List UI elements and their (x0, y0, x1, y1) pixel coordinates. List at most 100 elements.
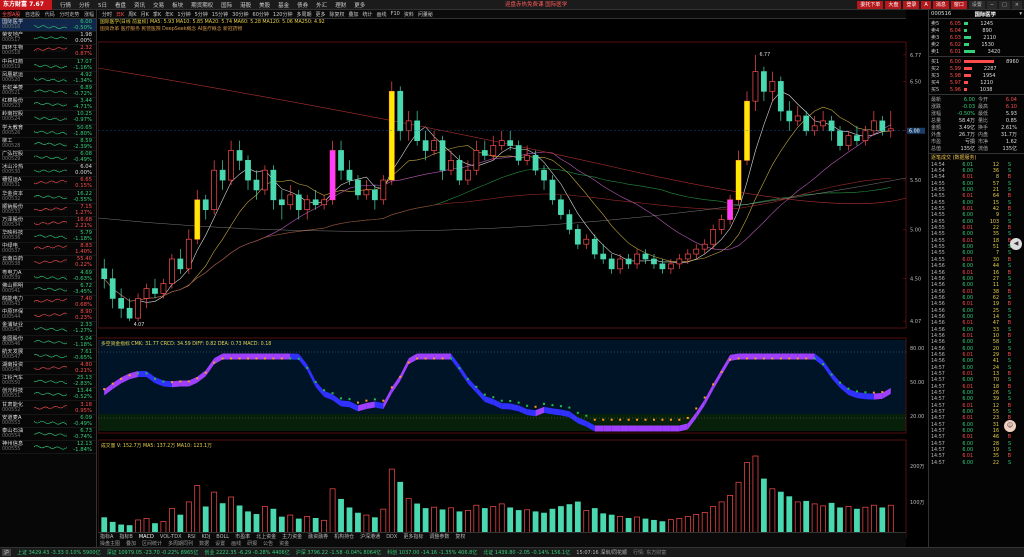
chart-period-tab[interactable]: 季K (153, 11, 161, 18)
menu-item[interactable]: 看盘 (115, 1, 126, 9)
candle-body[interactable] (659, 263, 666, 270)
assistant-avatar-icon[interactable]: ☺ (1004, 420, 1016, 432)
stock-row[interactable]: 荣安地产 000517 1.98 0.00% (0, 32, 96, 46)
stock-row[interactable]: 柳工 000528 8.59 -2.39% (0, 138, 96, 151)
menu-item[interactable]: 行情 (60, 1, 71, 9)
order-book-row[interactable]: 买3 5.98 1954 (931, 72, 1022, 80)
stock-row[interactable]: 中兵红箭 000519 17.07 -1.16% (0, 59, 96, 72)
candle-body[interactable] (625, 258, 632, 265)
candle-body[interactable] (439, 140, 446, 171)
candle-body[interactable] (143, 288, 150, 299)
stock-row[interactable]: 冰山冷热 000530 6.04 0.00% (0, 164, 96, 178)
chart-period-tab[interactable]: 30分钟 (232, 11, 248, 18)
candle-body[interactable] (422, 140, 429, 151)
function-tab[interactable]: 操盘主图 (100, 540, 120, 547)
menu-item[interactable]: 理财 (335, 1, 346, 9)
stock-row[interactable]: 甘肃能化 000552 3.18 0.95% (0, 401, 96, 415)
candle-body[interactable] (828, 120, 835, 132)
stock-row[interactable]: 航天发展 000547 7.61 -0.65% (0, 349, 96, 362)
indicator-tab[interactable]: 调整参数 (429, 533, 449, 540)
menu-item[interactable]: 基金 (278, 1, 289, 9)
stock-row[interactable]: 学大教育 000526 50.65 -1.80% (0, 125, 96, 138)
candle-body[interactable] (693, 248, 700, 255)
window-button[interactable]: 消息 (932, 1, 949, 9)
ad-banner[interactable]: 迎盘赤热免费课 国际医学 (505, 0, 567, 10)
chart-period-tab[interactable]: 多周期 (296, 11, 311, 18)
candle-body[interactable] (566, 214, 573, 230)
candle-body[interactable] (862, 130, 869, 141)
candle-body[interactable] (854, 135, 860, 141)
order-book-row[interactable]: 卖5 6.05 1245 (931, 20, 1022, 28)
window-button[interactable]: − (986, 1, 998, 9)
candle-body[interactable] (321, 199, 328, 206)
candle-body[interactable] (761, 71, 767, 92)
indicator-tab[interactable]: RSI (188, 534, 196, 540)
candle-body[interactable] (270, 169, 277, 201)
indicator-tab[interactable]: BOLL (216, 534, 229, 540)
menu-item[interactable]: 5日 (98, 1, 107, 9)
concept-tags[interactable]: 国资改革 医疗服务 民营医院 DeepSeek概念 AI医疗概念 新冠药物 (100, 26, 906, 33)
stock-row[interactable]: 国际医学 000516 6.00 -0.50% (0, 19, 96, 33)
indicator-tab[interactable]: 机构持仓 (334, 533, 354, 540)
signal-candle[interactable] (330, 150, 336, 200)
indicator-tab[interactable]: KDJ (202, 534, 211, 540)
order-book-row[interactable]: 买1 6.00 8960 (931, 58, 1022, 66)
signal-candle[interactable] (727, 199, 733, 220)
chart-period-tab[interactable]: 资料 (404, 11, 414, 18)
candle-body[interactable] (363, 189, 370, 196)
candle-body[interactable] (532, 155, 539, 171)
candle-body[interactable] (169, 258, 175, 284)
chart-period-tab[interactable]: 更多 (315, 11, 325, 18)
signal-candle[interactable] (389, 91, 395, 181)
candle-body[interactable] (109, 278, 116, 299)
candle-body[interactable] (676, 258, 683, 265)
function-tab[interactable]: 多周期同列 (168, 540, 193, 547)
order-book-row[interactable]: 买5 5.96 1038 (931, 86, 1022, 94)
stock-row[interactable]: 顺钠股份 000533 7.15 1.27% (0, 204, 96, 217)
menu-item[interactable]: 资讯 (134, 1, 145, 9)
chart-period-tab[interactable]: 分时 (102, 11, 112, 18)
stock-row[interactable]: 皖能电力 000543 7.40 0.68% (0, 296, 96, 310)
indicator-tab[interactable]: 指标B (119, 533, 132, 540)
candle-body[interactable] (498, 140, 505, 146)
candle-body[interactable] (397, 90, 404, 132)
stock-row[interactable]: 金圆股份 000546 5.04 -1.18% (0, 336, 96, 349)
candle-body[interactable] (490, 145, 497, 156)
candle-body[interactable] (228, 150, 234, 181)
stock-row[interactable]: 广弘控股 000529 6.08 -0.49% (0, 151, 96, 165)
indicator-tab[interactable]: VOL-TDX (160, 534, 182, 540)
candle-body[interactable] (473, 150, 480, 171)
chart-period-tab[interactable]: 1分钟 (177, 11, 190, 18)
candle-body[interactable] (752, 71, 759, 102)
window-button[interactable]: □ (999, 1, 1010, 9)
chart-period-tab[interactable]: 月K (141, 11, 149, 18)
candle-body[interactable] (634, 253, 640, 265)
candle-body[interactable] (803, 115, 810, 132)
chart-period-tab[interactable]: 15分钟 (212, 11, 228, 18)
candle-body[interactable] (431, 140, 437, 151)
candle-body[interactable] (820, 120, 826, 127)
index-shenzhen[interactable]: 深证 10979.05 -23.70 -0.22% 8965亿 (107, 549, 199, 556)
col-header-change[interactable]: 涨幅 (84, 11, 94, 18)
candle-body[interactable] (515, 145, 522, 161)
candle-body[interactable] (558, 199, 564, 215)
candle-body[interactable] (101, 268, 108, 280)
candle-body[interactable] (346, 169, 353, 181)
candle-body[interactable] (710, 229, 717, 245)
indicator-tab[interactable]: 沪深港通 (360, 533, 380, 540)
candle-body[interactable] (794, 115, 801, 122)
candle-body[interactable] (245, 159, 251, 181)
chart-period-tab[interactable]: 除复权 (330, 11, 345, 18)
candle-body[interactable] (887, 128, 894, 132)
order-book-row[interactable]: 卖4 6.04 890 (931, 27, 1022, 35)
chart-period-tab[interactable]: 日K (116, 11, 124, 18)
stock-row[interactable]: 金浦钛业 000545 2.33 -1.27% (0, 322, 96, 336)
index-hs300[interactable]: 沪深 3796.22 -1.58 -0.04% 8064亿 (296, 549, 381, 556)
candle-body[interactable] (202, 199, 209, 211)
stock-row[interactable]: 神州信息 000555 12.13 -1.84% (0, 441, 96, 455)
stock-row[interactable]: 佛山照明 000541 6.72 -3.45% (0, 283, 96, 296)
stock-row[interactable]: 华金资本 000532 16.22 -0.55% (0, 190, 96, 204)
indicator-tab[interactable]: 指标A (100, 533, 113, 540)
candle-body[interactable] (651, 258, 657, 265)
stock-row[interactable]: 江铃汽车 000550 25.13 -2.83% (0, 375, 96, 389)
